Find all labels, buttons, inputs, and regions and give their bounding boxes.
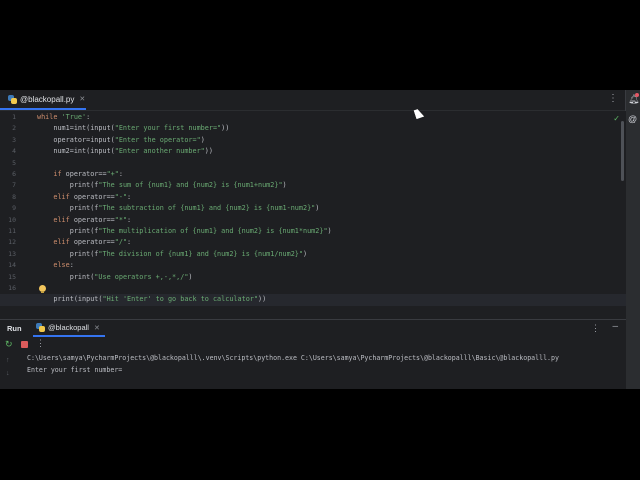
- run-config-tab[interactable]: @blackopall ✕: [33, 320, 105, 337]
- code-line[interactable]: else:: [37, 260, 73, 271]
- editor-scrollbar[interactable]: [621, 121, 624, 181]
- inspection-ok-icon[interactable]: ✓: [613, 114, 620, 123]
- editor-tab-label: @blackopall.py: [20, 94, 75, 104]
- code-line[interactable]: print(input("Hit 'Enter' to go back to c…: [0, 294, 626, 306]
- notification-badge: [635, 93, 639, 97]
- console-output[interactable]: C:\Users\samya\PycharmProjects\@blackopa…: [27, 353, 622, 389]
- line-number: 16: [8, 284, 16, 292]
- ide-window: @blackopall.py ✕ ⋮ 🔔︎ @ 1 2 3 4 5 6 7 8 9 10 11 12 1…: [0, 90, 640, 389]
- line-number: 5: [12, 158, 16, 167]
- close-icon[interactable]: ✕: [79, 95, 85, 103]
- editor-tab-bar: @blackopall.py ✕ ⋮: [0, 90, 626, 111]
- run-panel-title: Run: [7, 324, 22, 333]
- code-line[interactable]: print("Use operators +,-,*,/"): [37, 272, 193, 283]
- more-icon[interactable]: ⋮: [36, 338, 45, 349]
- console-line: Enter your first number=: [27, 366, 123, 374]
- lightbulb-icon[interactable]: [39, 285, 46, 294]
- code-line[interactable]: print(f"The sum of {num1} and {num2} is …: [37, 180, 287, 191]
- python-file-icon: [8, 94, 17, 104]
- line-number: 2: [12, 124, 16, 133]
- right-tool-strip: 🔔︎ @: [625, 90, 640, 389]
- line-number: 8: [12, 192, 16, 201]
- line-number: 12: [8, 238, 16, 247]
- line-number: 15: [8, 272, 16, 281]
- line-number: 3: [12, 135, 16, 144]
- line-number: 9: [12, 204, 16, 213]
- code-line[interactable]: print(f"The division of {num1} and {num2…: [37, 249, 307, 260]
- line-number: 6: [12, 170, 16, 178]
- scroll-down-icon[interactable]: ↓: [6, 370, 10, 377]
- run-options-icon[interactable]: ⋮: [591, 323, 600, 334]
- code-line[interactable]: num2=int(input("Enter another number")): [37, 146, 213, 157]
- editor-tab[interactable]: @blackopall.py ✕: [0, 90, 86, 110]
- code-line[interactable]: print(f"The subtraction of {num1} and {n…: [37, 203, 320, 214]
- at-icon[interactable]: @: [628, 114, 637, 124]
- code-line[interactable]: elif operator=="/":: [37, 237, 131, 248]
- line-number: 14: [8, 261, 16, 270]
- line-number: 1: [12, 113, 16, 121]
- python-file-icon: [36, 323, 45, 332]
- rerun-icon[interactable]: ↻: [5, 339, 13, 350]
- code-area[interactable]: while 'True': num1=int(input("Enter your…: [0, 111, 626, 319]
- code-line[interactable]: num1=int(input("Enter your first number=…: [37, 123, 229, 134]
- run-tab-label: @blackopall: [48, 323, 89, 332]
- close-icon[interactable]: ✕: [94, 324, 100, 332]
- run-panel: Run @blackopall ✕ ⋮ – ↻ ⋮ ↑ ↓ C:\Users\s…: [0, 319, 626, 389]
- line-number: 4: [12, 147, 16, 156]
- code-line[interactable]: if operator=="+":: [37, 169, 123, 180]
- code-line[interactable]: while 'True':: [37, 112, 90, 123]
- minimize-icon[interactable]: –: [612, 321, 618, 332]
- line-number: 7: [12, 181, 16, 190]
- line-number: 10: [8, 215, 16, 224]
- run-toolbar: ↻ ⋮ ↑ ↓: [0, 337, 45, 389]
- run-panel-header: Run @blackopall ✕ ⋮ –: [0, 320, 626, 337]
- code-line[interactable]: print(f"The multiplication of {num1} and…: [37, 226, 332, 237]
- line-number-gutter: 1234567891011121314151617: [0, 111, 30, 319]
- stop-icon[interactable]: [21, 341, 28, 348]
- code-line[interactable]: elif operator=="*":: [37, 215, 131, 226]
- code-line[interactable]: operator=input("Enter the operator="): [37, 135, 204, 146]
- scroll-up-icon[interactable]: ↑: [6, 357, 10, 364]
- code-editor[interactable]: 1234567891011121314151617 while 'True': …: [0, 111, 626, 319]
- console-line: C:\Users\samya\PycharmProjects\@blackopa…: [27, 354, 559, 362]
- line-number: 13: [8, 249, 16, 258]
- tab-options-icon[interactable]: ⋮: [608, 94, 618, 104]
- code-line[interactable]: elif operator=="-":: [37, 192, 131, 203]
- line-number: 11: [8, 227, 16, 235]
